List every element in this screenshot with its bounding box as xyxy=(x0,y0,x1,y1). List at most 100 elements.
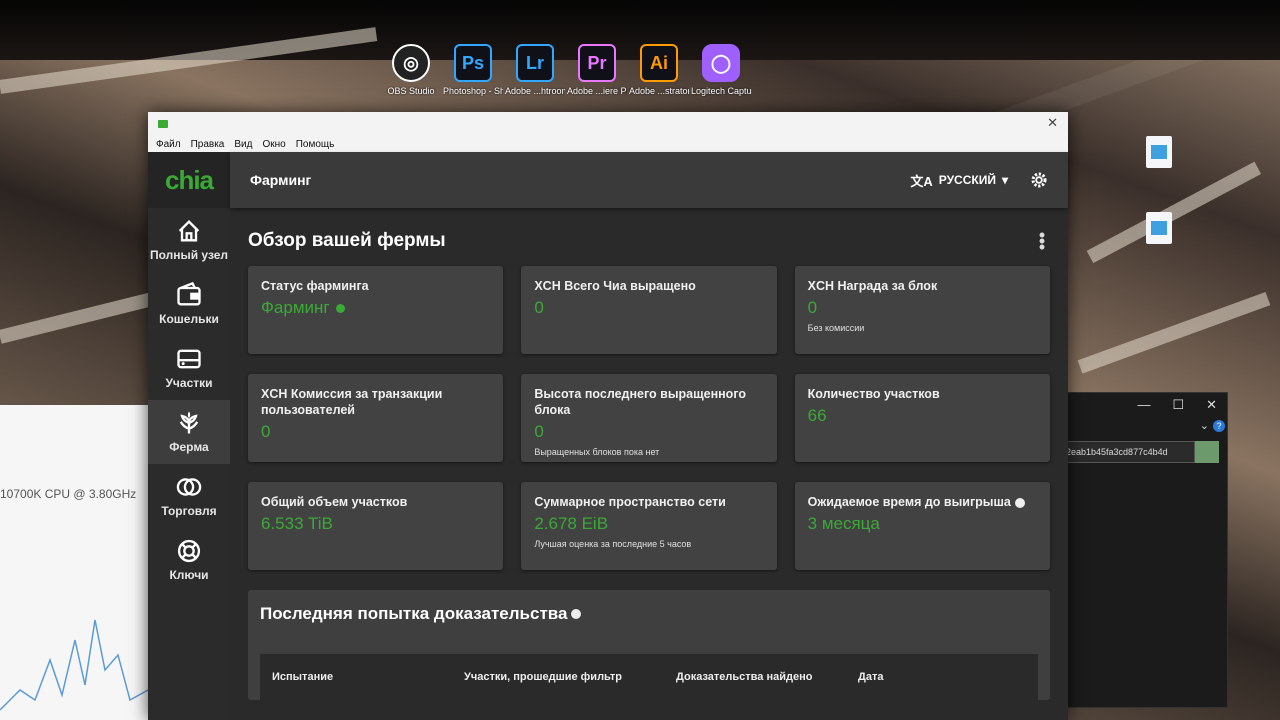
top-bar: Фарминг 文A РУССКИЙ ▾ xyxy=(230,152,1068,208)
desktop-shortcut[interactable]: ◎ OBS Studio xyxy=(385,44,437,97)
last-proof-title-text: Последняя попытка доказательства xyxy=(260,604,568,623)
language-selector[interactable]: 文A РУССКИЙ ▾ xyxy=(910,171,1008,190)
sidebar-item[interactable]: Кошельки xyxy=(148,272,230,336)
main-panel: Фарминг 文A РУССКИЙ ▾ Обзор вашей фермы •… xyxy=(230,152,1068,720)
info-icon[interactable] xyxy=(1014,497,1025,508)
stat-card: Суммарное пространство сети 2.678 EiB Лучш… xyxy=(521,482,777,570)
stat-card-value-text: 0 xyxy=(807,298,818,317)
cpu-graph xyxy=(0,619,148,711)
desktop-shortcut-label: Logitech Capture xyxy=(691,86,751,96)
table-column-header[interactable]: Доказательства найдено xyxy=(676,671,858,683)
stat-card: Общий объем участков 6.533 TiB xyxy=(248,482,504,570)
menu-item[interactable]: Файл xyxy=(156,139,181,150)
menu-item[interactable]: Правка xyxy=(191,139,225,150)
stat-card-value: Фарминг xyxy=(261,298,490,318)
cpu-label: 10700K CPU @ 3.80GHz xyxy=(0,487,137,501)
obs-icon: ◎ xyxy=(392,44,430,82)
minimize-icon[interactable]: — xyxy=(1137,397,1150,413)
sidebar-item[interactable]: Ферма xyxy=(148,400,230,464)
keys-icon xyxy=(177,539,201,563)
stat-card-label: XCH Награда за блок xyxy=(808,278,1037,294)
menu-item[interactable]: Окно xyxy=(262,139,285,150)
illustrator-icon: Ai xyxy=(640,44,678,82)
sidebar-item[interactable]: Участки xyxy=(148,336,230,400)
stat-card-value-text: 6.533 TiB xyxy=(261,514,333,533)
stat-card-label-text: Высота последнего выращенного блока xyxy=(534,387,746,417)
window-controls: — ☐ ✕ xyxy=(1137,397,1217,413)
help-icon[interactable]: ? xyxy=(1213,420,1225,432)
desktop-shortcut[interactable]: Ps Photoshop - Shortcut xyxy=(443,44,503,97)
chia-logo[interactable]: chia xyxy=(148,152,230,208)
more-vert-icon[interactable]: • • • xyxy=(1034,226,1050,256)
home-icon xyxy=(178,220,200,242)
last-proof-section: Последняя попытка доказательства Испытан… xyxy=(248,590,1050,700)
window-toolbar: ⌄ ? xyxy=(1063,419,1229,433)
sidebar-item-label: Ключи xyxy=(169,568,209,582)
hash-field[interactable]: 2eab1b45fa3cd877c4b4d xyxy=(1063,441,1195,463)
sidebar-item[interactable]: Торговля xyxy=(148,464,230,528)
chevron-down-icon: ▾ xyxy=(1001,173,1008,187)
chia-app-icon xyxy=(158,120,168,128)
stat-card-value-text: 66 xyxy=(807,406,827,425)
stat-card-value: 0 xyxy=(808,298,1037,318)
sidebar-item[interactable]: Полный узел xyxy=(148,208,230,272)
close-icon[interactable]: ✕ xyxy=(1047,115,1058,131)
table-column-header[interactable]: Участки, прошедшие фильтр xyxy=(464,671,676,683)
stat-card-value: 2.678 EiB xyxy=(534,514,763,534)
farm-icon xyxy=(179,411,199,434)
desktop-shortcut-label: Photoshop - Shortcut xyxy=(443,86,503,96)
stat-card-label: Ожидаемое время до выигрыша xyxy=(808,494,1037,510)
table-column-header[interactable]: Дата xyxy=(858,671,883,683)
stat-card-value: 0 xyxy=(261,422,490,442)
sidebar-item-label: Кошельки xyxy=(159,312,219,326)
trade-icon xyxy=(176,478,202,496)
green-swatch xyxy=(1195,441,1219,463)
stat-card-label-text: XCH Комиссия за транзакции пользователей xyxy=(261,387,443,417)
logitech-capture-icon: ◯ xyxy=(702,44,740,82)
stat-card-label: Суммарное пространство сети xyxy=(534,494,763,510)
desktop-shortcut-label: Adobe ...htroom Cla xyxy=(505,86,565,96)
stat-card: XCH Всего Чиа выращено 0 xyxy=(521,266,777,354)
stat-card: Количество участков 66 xyxy=(794,374,1050,462)
desktop-shortcut[interactable]: Lr Adobe ...htroom Cla xyxy=(505,44,565,97)
premiere-icon: Pr xyxy=(578,44,616,82)
photoshop-icon: Ps xyxy=(454,44,492,82)
sidebar: chia Полный узел Кошельки Участки Ферма Торг… xyxy=(148,152,230,720)
stat-card-value-text: Фарминг xyxy=(261,298,330,317)
desktop-image-file-icon[interactable] xyxy=(1146,136,1172,168)
sidebar-item[interactable]: Ключи xyxy=(148,528,230,592)
desktop-image-file-icon[interactable] xyxy=(1146,212,1172,244)
desktop-icons: ◎ OBS Studio Ps Photoshop - Shortcut Lr Adobe… xyxy=(385,44,751,97)
menu-item[interactable]: Помощь xyxy=(296,139,335,150)
stat-card: Ожидаемое время до выигрыша 3 месяца xyxy=(794,482,1050,570)
table-column-header[interactable]: Испытание xyxy=(272,671,464,683)
close-icon[interactable]: ✕ xyxy=(1206,397,1217,413)
desktop-shortcut[interactable]: Ai Adobe ...strator 20 xyxy=(629,44,689,97)
stat-card-note: Без комиссии xyxy=(807,323,865,333)
stat-card: XCH Награда за блок 0 Без комиссии xyxy=(794,266,1050,354)
maximize-icon[interactable]: ☐ xyxy=(1172,397,1184,413)
translate-icon: 文A xyxy=(910,173,933,189)
background-window-left: 10700K CPU @ 3.80GHz xyxy=(0,405,148,720)
stat-card-value-text: 3 месяца xyxy=(807,514,880,533)
stat-card-label-text: Суммарное пространство сети xyxy=(534,495,726,509)
sidebar-item-label: Участки xyxy=(165,376,213,390)
chevron-down-icon[interactable]: ⌄ xyxy=(1200,419,1209,432)
info-icon[interactable] xyxy=(571,609,582,619)
menu-item[interactable]: Вид xyxy=(234,139,252,150)
gear-icon[interactable] xyxy=(1030,171,1048,189)
desktop-shortcut[interactable]: Pr Adobe ...iere Pro - Sho xyxy=(567,44,627,97)
stat-card: XCH Комиссия за транзакции пользователей… xyxy=(248,374,504,462)
stat-card-value-text: 2.678 EiB xyxy=(534,514,609,533)
stat-card: Высота последнего выращенного блока 0 Выра… xyxy=(521,374,777,462)
stat-card-label: Количество участков xyxy=(808,386,1037,402)
desktop-shortcut-label: Adobe ...iere Pro - Sho xyxy=(567,86,627,96)
stat-card-label-text: Статус фарминга xyxy=(261,279,369,293)
lightroom-icon: Lr xyxy=(516,44,554,82)
overview-header: Обзор вашей фермы • • • xyxy=(248,226,1050,256)
stat-card-label-text: Ожидаемое время до выигрыша xyxy=(807,495,1011,509)
stat-card-label: Статус фарминга xyxy=(261,278,490,294)
proof-table-header: Испытание Участки, прошедшие фильтр Доказа… xyxy=(260,654,1038,700)
chia-app-window: ✕ Файл Правка Вид Окно Помощь chia Полный уз… xyxy=(148,112,1068,720)
desktop-shortcut[interactable]: ◯ Logitech Capture xyxy=(691,44,751,97)
